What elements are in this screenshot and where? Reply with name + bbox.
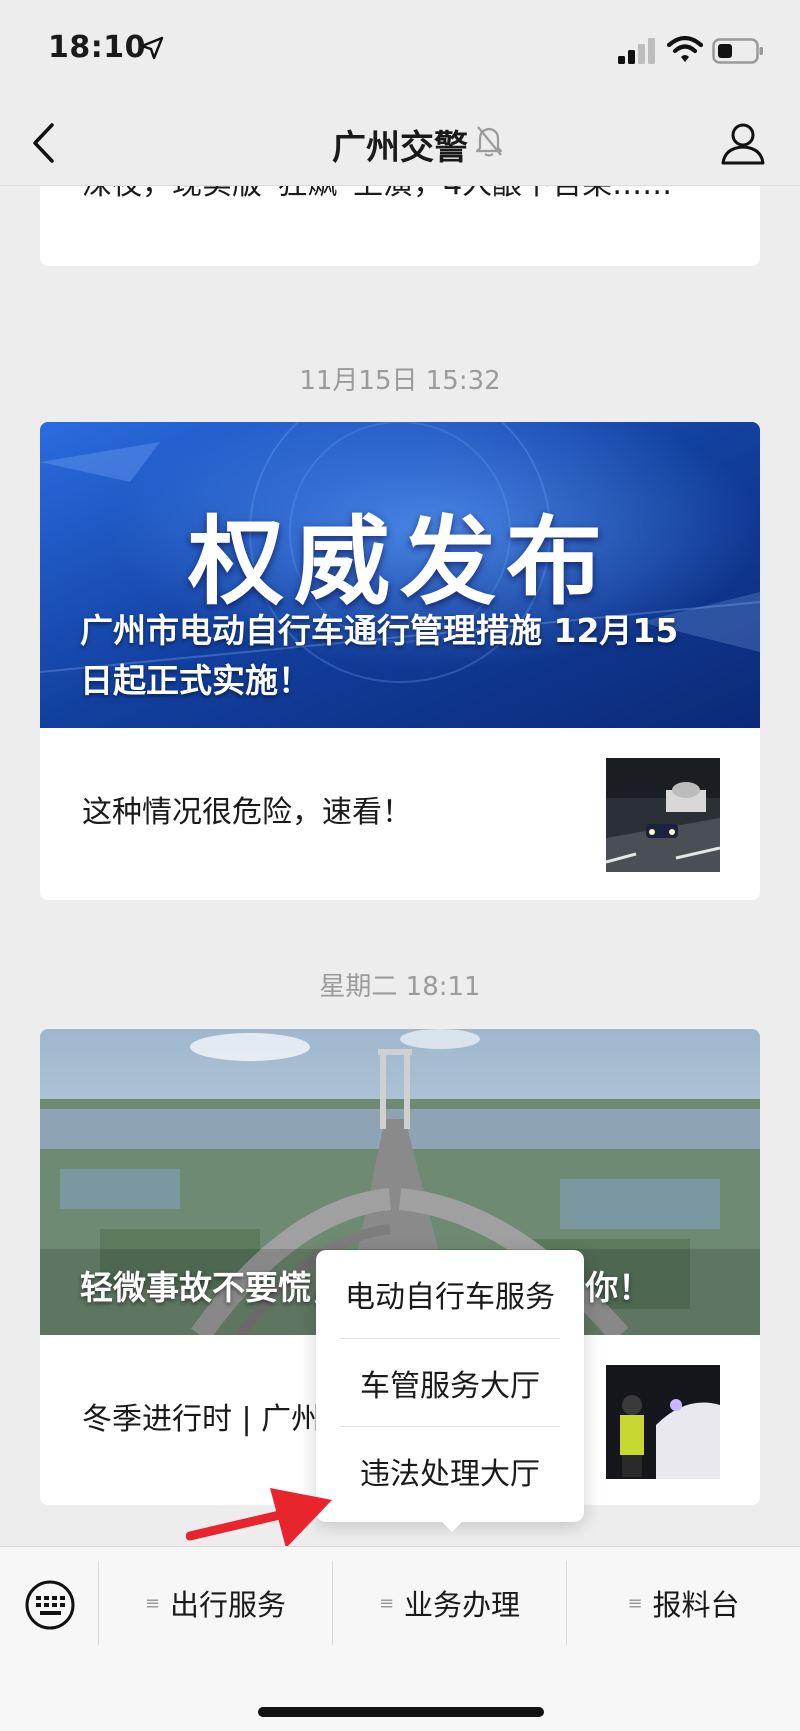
sub-article-title: 这种情况很危险，速看！ <box>82 795 412 830</box>
article-card: 权威发布 广州市电动自行车通行管理措施 12月15日起正式实施！ 这种情况很危险… <box>40 422 760 900</box>
home-indicator <box>258 1707 544 1717</box>
sub-article-thumbnail <box>606 1365 720 1479</box>
menu-list-icon: ≡ <box>627 1592 643 1614</box>
official-account-menu-bar: ≡ 出行服务 ≡ 业务办理 ≡ 报料台 <box>0 1546 800 1731</box>
submenu-popup: 电动自行车服务 车管服务大厅 违法处理大厅 <box>316 1250 584 1522</box>
sub-article-thumbnail <box>606 758 720 872</box>
hero-article[interactable]: 权威发布 广州市电动自行车通行管理措施 12月15日起正式实施！ <box>40 422 760 728</box>
menu-button-business[interactable]: ≡ 业务办理 <box>333 1561 566 1645</box>
menu-item-violation-hall[interactable]: 违法处理大厅 <box>340 1426 560 1514</box>
menu-button-label: 报料台 <box>652 1588 740 1622</box>
profile-icon[interactable] <box>720 120 766 166</box>
menu-button-label: 出行服务 <box>170 1588 287 1622</box>
hero-article-title: 广州市电动自行车通行管理措施 12月15日起正式实施！ <box>80 611 679 700</box>
status-bar: 18:10 <box>0 0 800 100</box>
battery-icon <box>712 38 763 64</box>
message-timestamp: 11月15日 15:32 <box>299 366 501 396</box>
popup-pointer-icon <box>440 1520 464 1532</box>
chat-title: 广州交警 <box>332 128 468 168</box>
status-time: 18:10 <box>48 30 146 65</box>
menu-button-label: 业务办理 <box>404 1588 521 1622</box>
menu-item-vehicle-admin-hall[interactable]: 车管服务大厅 <box>340 1338 560 1426</box>
previous-article-card[interactable]: 深夜，现实版“狂飙”上演，4人酿下苦果…… <box>40 186 760 266</box>
menu-item-ebike-service[interactable]: 电动自行车服务 <box>340 1250 560 1338</box>
location-arrow-icon <box>140 36 164 60</box>
chat-nav-bar: 广州交警 <box>0 100 800 186</box>
wifi-icon <box>666 35 704 62</box>
menu-list-icon: ≡ <box>378 1592 395 1614</box>
cellular-signal-icon <box>618 38 655 64</box>
sub-article[interactable]: 这种情况很危险，速看！ <box>40 728 760 898</box>
hero-overlay-text: 权威发布 <box>188 506 612 618</box>
mute-bell-icon <box>475 126 503 157</box>
keyboard-icon[interactable] <box>24 1579 76 1631</box>
menu-list-icon: ≡ <box>144 1592 161 1614</box>
menu-button-report[interactable]: ≡ 报料台 <box>567 1561 800 1645</box>
previous-article-text: 深夜，现实版“狂飙”上演，4人酿下苦果…… <box>82 186 722 210</box>
menu-button-travel-service[interactable]: ≡ 出行服务 <box>99 1561 332 1645</box>
message-timestamp: 星期二 18:11 <box>319 972 481 1002</box>
